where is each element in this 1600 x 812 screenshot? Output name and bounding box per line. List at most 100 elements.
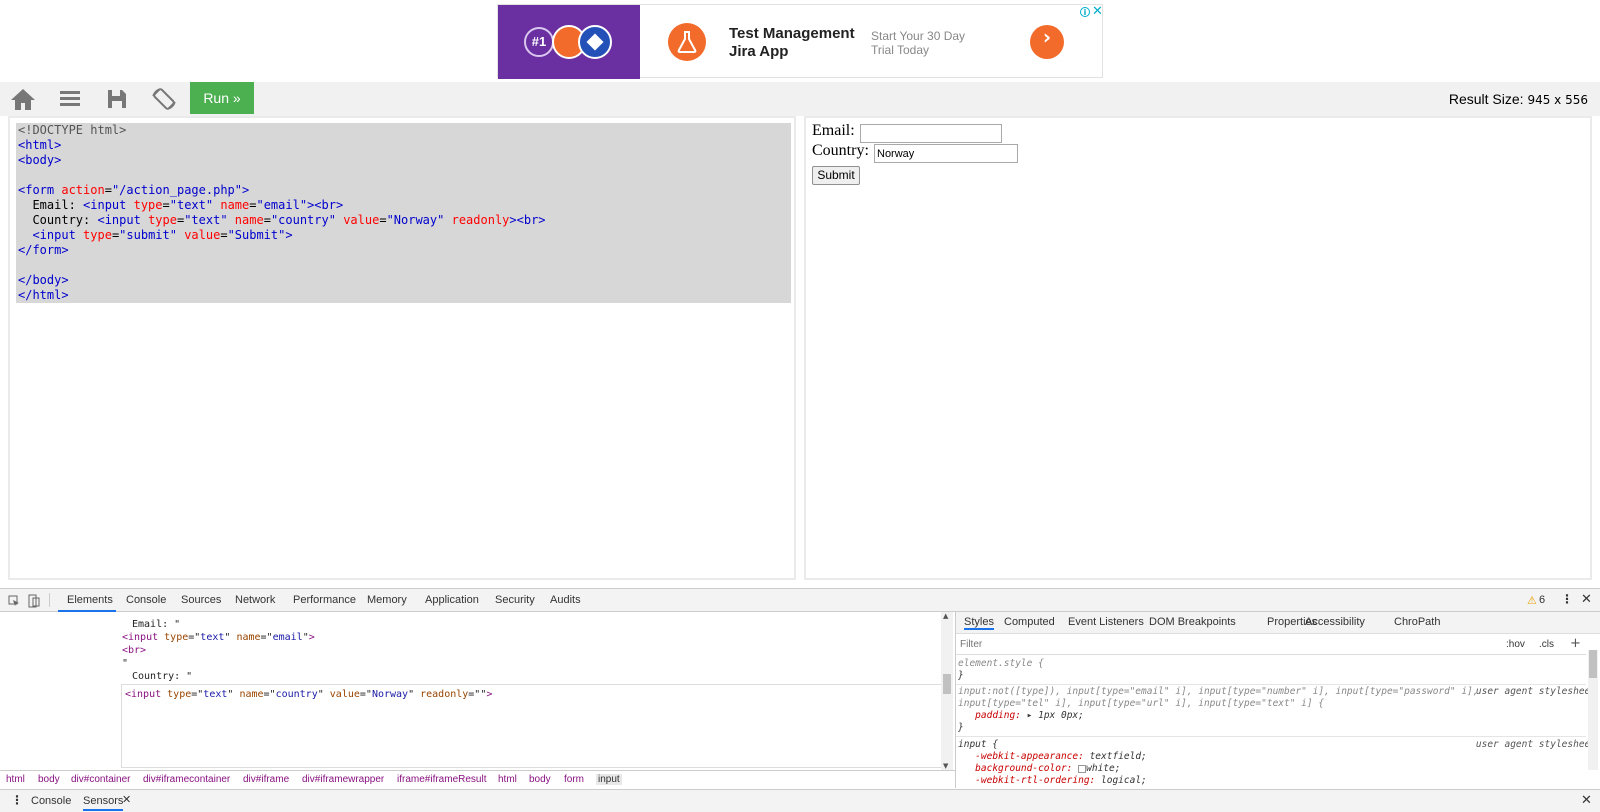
warning-count[interactable]: 6 <box>1539 594 1545 606</box>
elements-scrollbar[interactable]: ▲ ▼ <box>941 612 953 770</box>
code-editor[interactable]: <!DOCTYPE html> <html> <body> <form action… <box>8 116 796 580</box>
tab-performance[interactable]: Performance <box>293 594 356 606</box>
ad-banner[interactable]: #1 Test Management Jira App Start Your 3… <box>497 4 1103 79</box>
drawer-tab-sensors[interactable]: Sensors <box>83 795 124 811</box>
breadcrumb-item[interactable]: div#container <box>71 774 130 785</box>
submit-button[interactable]: Submit <box>812 166 860 185</box>
code-line: <html> <box>18 138 62 152</box>
tab-computed[interactable]: Computed <box>1004 616 1055 628</box>
dom-node-email-input[interactable]: <input type="text" name="email"> <box>122 631 315 644</box>
code-line: </form> <box>18 243 69 257</box>
ad-close-icon[interactable]: ✕ <box>1092 4 1103 19</box>
rule-close: } <box>958 722 964 733</box>
tab-application[interactable]: Application <box>425 594 479 606</box>
rule-value[interactable]: logical; <box>1101 775 1147 785</box>
rotate-icon[interactable] <box>150 86 180 112</box>
close-devtools-icon[interactable]: ✕ <box>1581 592 1592 607</box>
ad-title[interactable]: Test Management Jira App <box>729 25 859 61</box>
style-rule-input[interactable]: input { -webkit-appearance: textfield; b… <box>958 739 1147 785</box>
breadcrumb-item[interactable]: div#iframe <box>243 774 289 785</box>
style-rule-element[interactable]: element.style { } <box>958 658 1044 682</box>
elements-panel[interactable]: Email: " <input type="text" name="email"… <box>0 612 950 770</box>
breadcrumb-item[interactable]: form <box>564 774 584 785</box>
rule-selector: input:not([type]), input[type="email" i]… <box>958 686 1479 697</box>
color-swatch[interactable] <box>1078 764 1087 773</box>
dom-node-br[interactable]: <br> <box>122 644 146 657</box>
style-rule-input-type[interactable]: input:not([type]), input[type="email" i]… <box>958 686 1478 734</box>
close-sensors-icon[interactable]: ✕ <box>122 793 131 806</box>
flask-icon <box>668 23 706 61</box>
tab-dom-breakpoints[interactable]: DOM Breakpoints <box>1149 616 1236 628</box>
rule-value[interactable]: ▸ 1px 0px; <box>1027 710 1084 721</box>
tab-security[interactable]: Security <box>495 594 535 606</box>
toolbar: Run » Result Size: 945 x 556 <box>0 82 1600 116</box>
drawer-menu-icon[interactable]: ⋮ <box>11 793 23 807</box>
more-options-icon[interactable]: ⋮ <box>1561 592 1573 606</box>
tab-accessibility[interactable]: Accessibility <box>1305 616 1365 628</box>
rule-divider <box>956 736 1586 737</box>
dom-text-node[interactable]: Country: " <box>132 670 192 683</box>
warning-icon[interactable]: ⚠ <box>1527 594 1537 607</box>
code-text[interactable]: <!DOCTYPE html> <html> <body> <form action… <box>16 123 791 303</box>
scroll-down-icon[interactable]: ▼ <box>943 762 948 770</box>
dom-node-selected[interactable]: <input type="text" name="country" value=… <box>121 684 943 768</box>
filter-input[interactable] <box>958 637 1498 652</box>
country-field[interactable] <box>874 144 1018 163</box>
hover-state-toggle[interactable]: :hov <box>1506 639 1525 650</box>
tab-styles[interactable]: Styles <box>964 616 994 630</box>
rule-property[interactable]: background-color: <box>975 763 1072 774</box>
home-icon[interactable] <box>9 86 39 112</box>
dom-node-country-input[interactable]: <input type="text" name="country" value=… <box>125 688 492 701</box>
breadcrumb-item[interactable]: div#iframewrapper <box>302 774 384 785</box>
device-toolbar-icon[interactable] <box>28 594 40 608</box>
tab-network[interactable]: Network <box>235 594 275 606</box>
dom-text-node[interactable]: Email: " <box>132 618 180 631</box>
save-icon[interactable] <box>103 86 133 112</box>
tab-sources[interactable]: Sources <box>181 594 221 606</box>
class-toggle[interactable]: .cls <box>1539 639 1554 650</box>
rule-property[interactable]: padding: <box>975 710 1021 721</box>
breadcrumb-item[interactable]: div#iframecontainer <box>143 774 230 785</box>
email-label: Email: <box>812 122 855 139</box>
breadcrumb-item[interactable]: body <box>38 774 60 785</box>
drawer-tab-console[interactable]: Console <box>31 795 71 807</box>
rule-property[interactable]: -webkit-rtl-ordering: <box>975 775 1095 785</box>
code-line: <form action="/action_page.php"> <box>18 183 250 197</box>
tab-event-listeners[interactable]: Event Listeners <box>1068 616 1144 628</box>
new-rule-icon[interactable]: + <box>1570 636 1581 651</box>
scroll-thumb[interactable] <box>943 674 951 694</box>
divider <box>49 593 50 607</box>
dom-text-node[interactable]: " <box>122 657 128 670</box>
breadcrumb-item[interactable]: iframe#iframeResult <box>397 774 486 785</box>
email-field[interactable] <box>860 124 1002 143</box>
rule-value[interactable]: textfield; <box>1090 751 1147 762</box>
scroll-up-icon[interactable]: ▲ <box>943 612 948 620</box>
tab-console[interactable]: Console <box>126 594 166 606</box>
ad-info-icon[interactable]: i <box>1080 7 1090 17</box>
run-button[interactable]: Run » <box>190 82 254 114</box>
code-line: Email: <input type="text" name="email"><… <box>18 198 344 212</box>
tab-elements[interactable]: Elements <box>67 594 113 606</box>
breadcrumb-item[interactable]: html <box>6 774 25 785</box>
menu-icon[interactable] <box>56 86 86 112</box>
close-drawer-icon[interactable]: ✕ <box>1581 793 1592 808</box>
breadcrumb-item-active[interactable]: input <box>596 774 622 785</box>
rule-property[interactable]: -webkit-appearance: <box>975 751 1084 762</box>
filter-row: :hov .cls + <box>956 635 1586 655</box>
code-line: </html> <box>18 288 69 302</box>
styles-scrollbar[interactable] <box>1588 650 1598 770</box>
tab-memory[interactable]: Memory <box>367 594 407 606</box>
breadcrumb-item[interactable]: html <box>498 774 517 785</box>
rule-divider <box>956 684 1586 685</box>
ad-arrow-button[interactable]: › <box>1030 25 1064 59</box>
jira-diamond-icon <box>578 25 612 59</box>
inspect-icon[interactable] <box>8 595 20 607</box>
scroll-thumb[interactable] <box>1589 650 1597 678</box>
tab-chropath[interactable]: ChroPath <box>1394 616 1440 628</box>
breadcrumb-item[interactable]: body <box>529 774 551 785</box>
rule-value[interactable]: white; <box>1086 763 1120 774</box>
result-size-label: Result Size: <box>1448 91 1524 107</box>
tab-audits[interactable]: Audits <box>550 594 581 606</box>
